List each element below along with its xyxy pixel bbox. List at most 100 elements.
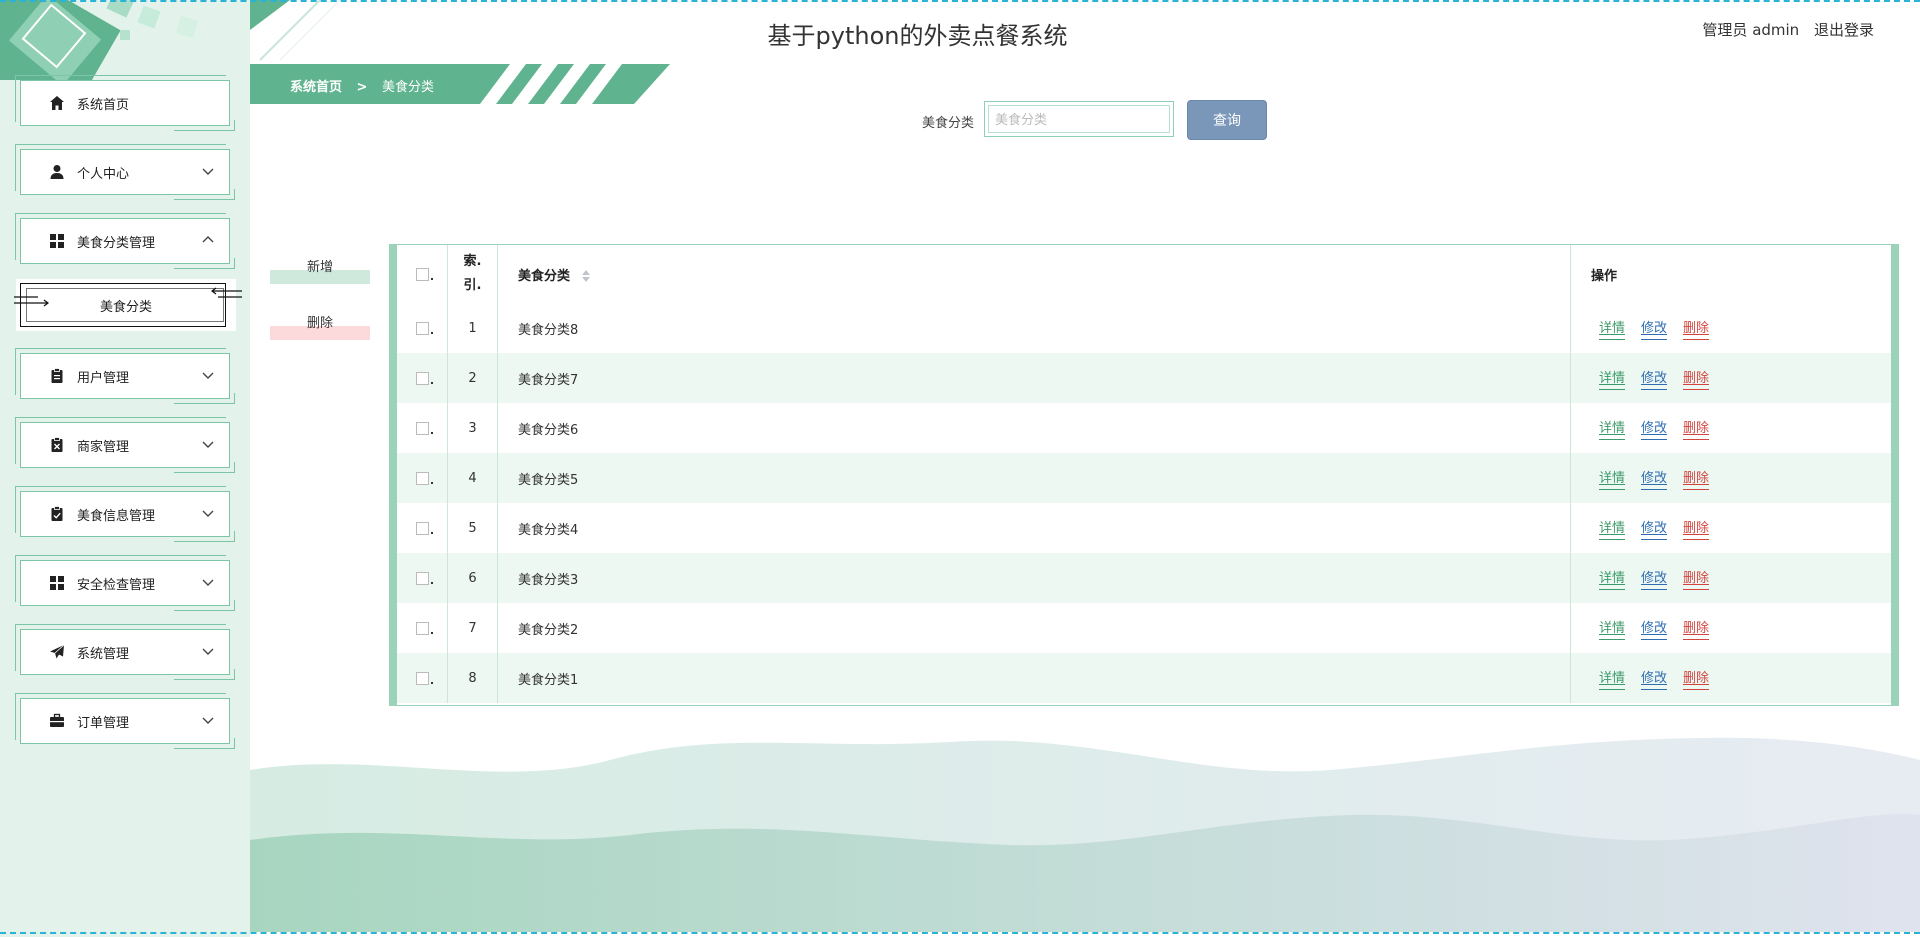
row-name: 美食分类8 bbox=[497, 303, 1571, 353]
clipboard-check-icon bbox=[47, 504, 67, 524]
table-row: 3 美食分类6 详情 修改 删除 bbox=[397, 403, 1891, 453]
grid-icon bbox=[47, 573, 67, 593]
data-table: 索. 引. 美食分类 操作 1 美食分类8 详情 修改 删除 2 美食分类7 详情 修改 删除 3 美… bbox=[389, 244, 1899, 706]
delete-link[interactable]: 删除 bbox=[1683, 417, 1710, 440]
name-header[interactable]: 美食分类 bbox=[497, 245, 1571, 303]
row-actions: 详情 修改 删除 bbox=[1571, 303, 1892, 353]
sidebar-item-safety-check-mgmt[interactable]: 安全检查管理 bbox=[15, 555, 235, 611]
row-checkbox-cell bbox=[397, 453, 448, 503]
table-header-row: 索. 引. 美食分类 操作 bbox=[397, 245, 1891, 303]
row-checkbox[interactable] bbox=[415, 471, 433, 485]
table-row: 8 美食分类1 详情 修改 删除 bbox=[397, 653, 1891, 703]
user-info: 管理员 admin 退出登录 bbox=[1692, 19, 1874, 40]
row-checkbox[interactable] bbox=[415, 621, 433, 635]
delete-button-label: 删除 bbox=[306, 316, 333, 331]
delete-link[interactable]: 删除 bbox=[1683, 367, 1710, 390]
detail-link[interactable]: 详情 bbox=[1599, 667, 1626, 690]
arrow-right-icon bbox=[14, 296, 49, 307]
delete-link[interactable]: 删除 bbox=[1683, 467, 1710, 490]
row-name: 美食分类4 bbox=[497, 503, 1571, 553]
select-all-cell bbox=[397, 245, 448, 303]
sidebar-item-user-mgmt[interactable]: 用户管理 bbox=[15, 348, 235, 404]
search-label: 美食分类 bbox=[922, 116, 975, 131]
table-row: 5 美食分类4 详情 修改 删除 bbox=[397, 503, 1891, 553]
detail-link[interactable]: 详情 bbox=[1599, 317, 1626, 340]
sidebar-item-food-info-mgmt[interactable]: 美食信息管理 bbox=[15, 486, 235, 542]
edit-link[interactable]: 修改 bbox=[1641, 467, 1668, 490]
header: 基于python的外卖点餐系统 管理员 admin 退出登录 bbox=[250, 0, 1920, 64]
sort-icon[interactable] bbox=[581, 269, 591, 283]
query-button[interactable]: 查询 bbox=[1187, 100, 1267, 140]
sidebar-item-label: 个人中心 bbox=[77, 166, 130, 182]
detail-link[interactable]: 详情 bbox=[1599, 517, 1626, 540]
edit-link[interactable]: 修改 bbox=[1641, 367, 1668, 390]
edit-link[interactable]: 修改 bbox=[1641, 417, 1668, 440]
row-actions: 详情 修改 删除 bbox=[1571, 603, 1892, 653]
sidebar-decoration bbox=[0, 0, 199, 80]
edit-link[interactable]: 修改 bbox=[1641, 517, 1668, 540]
detail-link[interactable]: 详情 bbox=[1599, 367, 1626, 390]
row-checkbox[interactable] bbox=[415, 421, 433, 435]
delete-link[interactable]: 删除 bbox=[1683, 567, 1710, 590]
table-row: 2 美食分类7 详情 修改 删除 bbox=[397, 353, 1891, 403]
add-button[interactable]: 新增 bbox=[270, 252, 370, 284]
row-actions: 详情 修改 删除 bbox=[1571, 403, 1892, 453]
sidebar-item-label: 订单管理 bbox=[77, 715, 130, 731]
delete-link[interactable]: 删除 bbox=[1683, 517, 1710, 540]
detail-link[interactable]: 详情 bbox=[1599, 617, 1626, 640]
sidebar-item-merchant-mgmt[interactable]: 商家管理 bbox=[15, 417, 235, 473]
row-checkbox[interactable] bbox=[415, 521, 433, 535]
detail-link[interactable]: 详情 bbox=[1599, 417, 1626, 440]
chevron-up-icon bbox=[202, 236, 214, 243]
sidebar-item-label: 美食分类管理 bbox=[77, 235, 156, 251]
grid-icon bbox=[47, 231, 67, 251]
row-checkbox[interactable] bbox=[415, 371, 433, 385]
row-actions: 详情 修改 删除 bbox=[1571, 453, 1892, 503]
delete-link[interactable]: 删除 bbox=[1683, 617, 1710, 640]
chevron-down-icon bbox=[202, 717, 214, 724]
detail-link[interactable]: 详情 bbox=[1599, 567, 1626, 590]
row-index: 3 bbox=[447, 403, 498, 453]
name-header-label: 美食分类 bbox=[518, 268, 571, 284]
delete-link[interactable]: 删除 bbox=[1683, 667, 1710, 690]
home-icon bbox=[47, 93, 67, 113]
breadcrumb-home[interactable]: 系统首页 bbox=[290, 80, 342, 95]
row-checkbox[interactable] bbox=[415, 571, 433, 585]
row-name: 美食分类1 bbox=[497, 653, 1571, 703]
row-name: 美食分类6 bbox=[497, 403, 1571, 453]
sidebar-item-label: 系统管理 bbox=[77, 646, 130, 662]
edit-link[interactable]: 修改 bbox=[1641, 667, 1668, 690]
chevron-down-icon bbox=[202, 168, 214, 175]
bottom-dashed-border bbox=[0, 932, 1920, 934]
sidebar-item-system-mgmt[interactable]: 系统管理 bbox=[15, 624, 235, 680]
sidebar-item-food-category-mgmt[interactable]: 美食分类管理 bbox=[15, 213, 235, 269]
sidebar-item-order-mgmt[interactable]: 订单管理 bbox=[15, 693, 235, 749]
select-all-checkbox[interactable] bbox=[415, 267, 433, 281]
search-input[interactable] bbox=[984, 101, 1174, 137]
row-actions: 详情 修改 删除 bbox=[1571, 553, 1892, 603]
batch-delete-button[interactable]: 删除 bbox=[270, 308, 370, 340]
logout-link[interactable]: 退出登录 bbox=[1814, 21, 1874, 39]
row-checkbox[interactable] bbox=[415, 671, 433, 685]
sidebar-item-home[interactable]: 系统首页 bbox=[15, 75, 235, 131]
detail-link[interactable]: 详情 bbox=[1599, 467, 1626, 490]
row-name: 美食分类5 bbox=[497, 453, 1571, 503]
edit-link[interactable]: 修改 bbox=[1641, 567, 1668, 590]
edit-link[interactable]: 修改 bbox=[1641, 317, 1668, 340]
row-index: 8 bbox=[447, 653, 498, 703]
user-icon bbox=[47, 162, 67, 182]
row-checkbox[interactable] bbox=[415, 321, 433, 335]
row-index: 4 bbox=[447, 453, 498, 503]
sidebar-subitem-food-category[interactable]: 美食分类 bbox=[14, 279, 242, 331]
table-row: 4 美食分类5 详情 修改 删除 bbox=[397, 453, 1891, 503]
table-row: 1 美食分类8 详情 修改 删除 bbox=[397, 303, 1891, 353]
row-name: 美食分类7 bbox=[497, 353, 1571, 403]
delete-link[interactable]: 删除 bbox=[1683, 317, 1710, 340]
edit-link[interactable]: 修改 bbox=[1641, 617, 1668, 640]
row-checkbox-cell bbox=[397, 553, 448, 603]
ops-header: 操作 bbox=[1591, 268, 1618, 284]
sidebar-item-personal-center[interactable]: 个人中心 bbox=[15, 144, 235, 200]
index-header-line1: 索. bbox=[463, 254, 482, 269]
sidebar-item-label: 系统首页 bbox=[77, 97, 130, 113]
table-row: 6 美食分类3 详情 修改 删除 bbox=[397, 553, 1891, 603]
